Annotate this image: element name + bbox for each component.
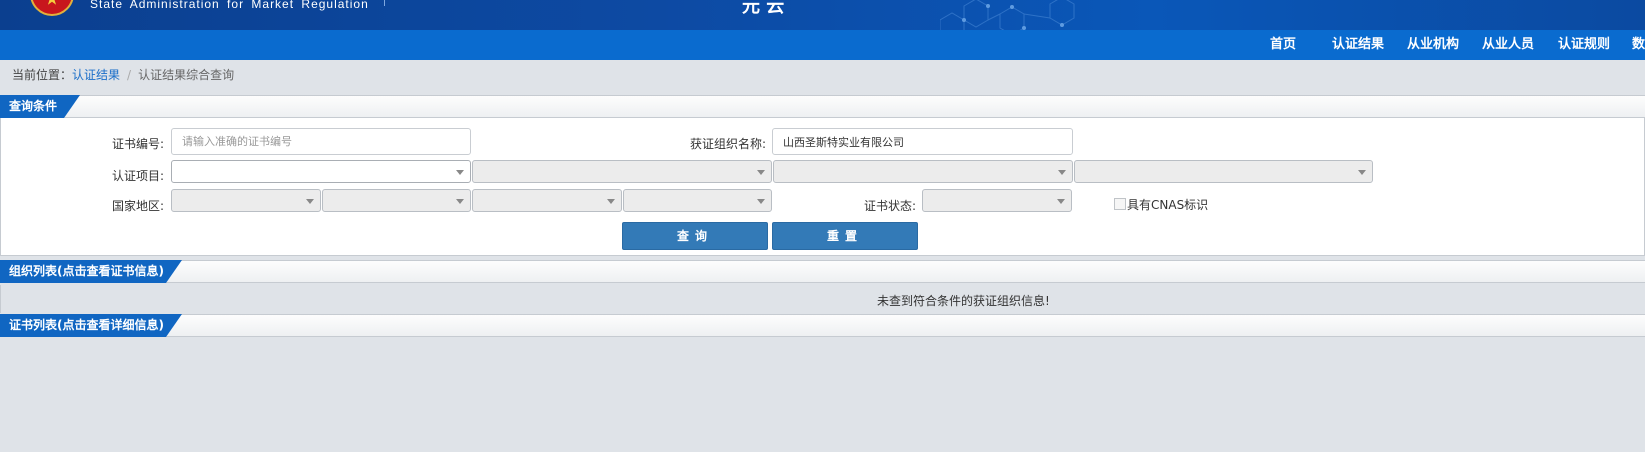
header-banner: State Administration for Market Regulati… xyxy=(0,0,1645,30)
search-button[interactable]: 查询 xyxy=(622,222,768,250)
chevron-down-icon xyxy=(1057,199,1065,204)
chevron-down-icon xyxy=(1358,170,1366,175)
query-section-title: 查询条件 xyxy=(0,95,80,118)
nav-personnel[interactable]: 从业人员 xyxy=(1482,30,1534,60)
chevron-down-icon xyxy=(757,199,765,204)
org-list-empty-message: 未查到符合条件的获证组织信息! xyxy=(877,294,1050,308)
cert-list-title: 证书列表(点击查看详细信息) xyxy=(0,314,182,337)
chevron-down-icon xyxy=(456,170,464,175)
org-name-label: 获证组织名称: xyxy=(690,137,767,151)
region-select-4[interactable] xyxy=(623,189,772,212)
region-select-3[interactable] xyxy=(472,189,622,212)
org-list-body xyxy=(0,285,1645,313)
query-section-header: 查询条件 xyxy=(0,95,1645,118)
org-name-input[interactable] xyxy=(772,128,1073,155)
chevron-down-icon xyxy=(1058,170,1066,175)
national-emblem-icon xyxy=(30,0,74,16)
nav-cert-rules[interactable]: 认证规则 xyxy=(1558,30,1610,60)
agency-english-title: State Administration for Market Regulati… xyxy=(90,0,369,11)
project-select-2[interactable] xyxy=(472,160,772,183)
project-select-1[interactable] xyxy=(171,160,471,183)
reset-button[interactable]: 重置 xyxy=(772,222,918,250)
region-select-2[interactable] xyxy=(322,189,471,212)
chevron-down-icon xyxy=(757,170,765,175)
nav-cert-results[interactable]: 认证结果 xyxy=(1332,30,1384,60)
org-list-title: 组织列表(点击查看证书信息) xyxy=(0,260,182,283)
chevron-down-icon xyxy=(456,199,464,204)
cert-no-label: 证书编号: xyxy=(112,137,165,151)
breadcrumb-link-cert-results[interactable]: 认证结果 xyxy=(72,68,120,82)
cert-no-input[interactable] xyxy=(171,128,471,155)
header-divider xyxy=(384,0,385,6)
project-select-3[interactable] xyxy=(773,160,1073,183)
main-nav: 首页 认证结果 从业机构 从业人员 认证规则 数 xyxy=(0,30,1645,60)
region-select-1[interactable] xyxy=(171,189,321,212)
status-select[interactable] xyxy=(922,189,1072,212)
breadcrumb-separator: / xyxy=(127,68,132,82)
project-select-4[interactable] xyxy=(1074,160,1373,183)
breadcrumb: 当前位置：认证结果 / 认证结果综合查询 xyxy=(12,66,234,83)
nav-data[interactable]: 数 xyxy=(1632,30,1645,60)
chevron-down-icon xyxy=(607,199,615,204)
cnas-label: 具有CNAS标识 xyxy=(1127,198,1209,212)
chevron-down-icon xyxy=(306,199,314,204)
nav-institutions[interactable]: 从业机构 xyxy=(1407,30,1459,60)
status-label: 证书状态: xyxy=(864,199,917,213)
org-list-section-header: 组织列表(点击查看证书信息) xyxy=(0,260,1645,283)
breadcrumb-prefix: 当前位置： xyxy=(12,68,73,82)
project-label: 认证项目: xyxy=(112,169,165,183)
platform-title-partial: 元 云 xyxy=(742,0,785,17)
cnas-checkbox[interactable] xyxy=(1114,198,1126,210)
nav-home[interactable]: 首页 xyxy=(1270,30,1296,60)
region-label: 国家地区: xyxy=(112,199,165,213)
cert-list-section-header: 证书列表(点击查看详细信息) xyxy=(0,314,1645,337)
breadcrumb-current: 认证结果综合查询 xyxy=(138,68,235,82)
network-pattern-icon xyxy=(940,0,1075,30)
cnas-option: 具有CNAS标识 xyxy=(1114,196,1208,213)
